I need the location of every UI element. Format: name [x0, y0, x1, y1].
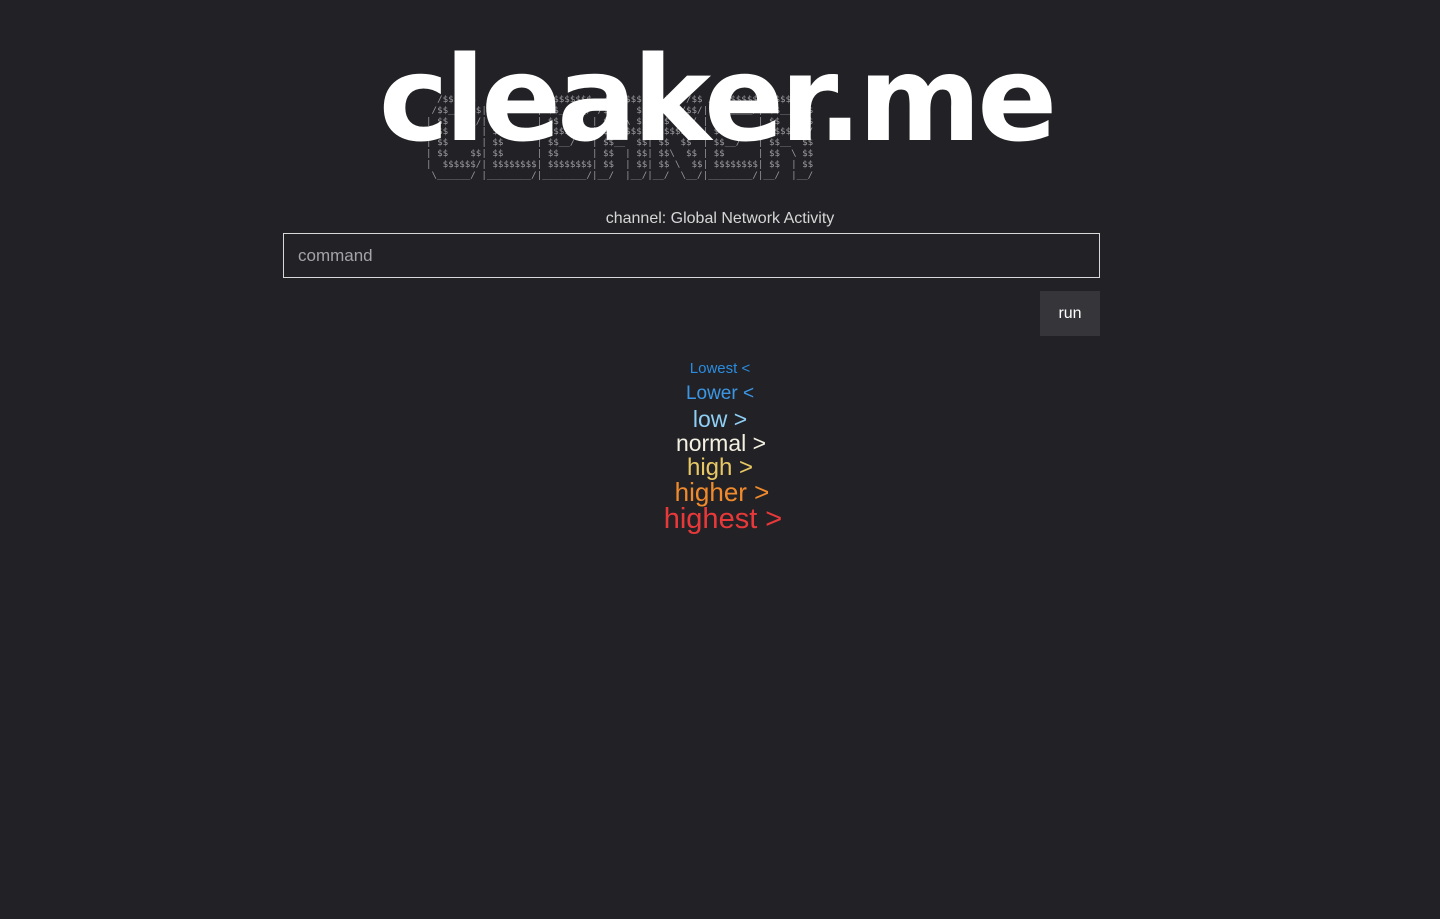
level-lower: Lower <: [685, 383, 755, 404]
level-legend: Lowest < Lower < low > normal > high > h…: [0, 358, 1440, 535]
logo-title: cleaker.me: [378, 30, 1058, 168]
level-higher: higher >: [674, 477, 770, 507]
channel-label: channel: Global Network Activity: [605, 210, 835, 227]
level-normal: normal >: [675, 430, 767, 456]
level-highest: highest >: [663, 503, 783, 535]
command-input[interactable]: [283, 233, 1100, 278]
run-button[interactable]: run: [1040, 291, 1100, 336]
level-lowest: Lowest <: [689, 360, 751, 377]
page: /$$$$$$ /$$ /$$$$$$$$ /$$$$$$ /$$ /$$ /$…: [0, 0, 1440, 919]
level-low: low >: [692, 406, 748, 432]
logo: /$$$$$$ /$$ /$$$$$$$$ /$$$$$$ /$$ /$$ /$…: [0, 40, 1440, 190]
